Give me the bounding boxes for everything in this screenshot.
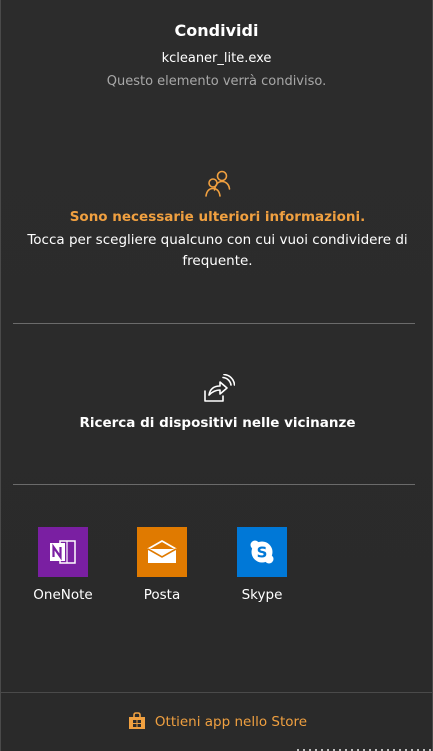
nearby-sharing[interactable]: Ricerca di dispositivi nelle vicinanze: [1, 374, 433, 432]
store-link[interactable]: Ottieni app nello Store: [1, 706, 433, 738]
people-suggestions[interactable]: Sono necessarie ulteriori informazioni. …: [1, 168, 433, 272]
app-posta[interactable]: Posta: [117, 527, 207, 603]
store-label: Ottieni app nello Store: [154, 714, 308, 730]
footer-divider: [1, 692, 433, 693]
nearby-share-icon: [203, 374, 235, 402]
share-panel: Condividi kcleaner_lite.exe Questo eleme…: [0, 0, 433, 751]
app-skype[interactable]: S Skype: [217, 527, 307, 603]
shared-file-name: kcleaner_lite.exe: [161, 51, 272, 66]
panel-title: Condividi: [174, 21, 259, 40]
people-description: Tocca per scegliere qualcuno con cui vuo…: [27, 232, 408, 269]
share-subtitle: Questo elemento verrà condiviso.: [106, 74, 327, 89]
share-header: Condividi kcleaner_lite.exe Questo eleme…: [1, 0, 432, 91]
app-label: Posta: [143, 587, 181, 603]
app-onenote[interactable]: OneNote: [18, 527, 108, 603]
app-label: OneNote: [33, 587, 93, 603]
section-divider: [13, 484, 415, 485]
mail-icon: [137, 527, 187, 577]
store-bag-icon: [128, 711, 145, 729]
nearby-label: Ricerca di dispositivi nelle vicinanze: [79, 415, 356, 431]
skype-icon: S: [237, 527, 287, 577]
app-label: Skype: [241, 587, 283, 603]
more-info-warning: Sono necessarie ulteriori informazioni.: [69, 209, 366, 225]
people-icon: [204, 170, 230, 197]
svg-text:S: S: [257, 544, 268, 562]
section-divider: [13, 323, 415, 324]
onenote-icon: [38, 527, 88, 577]
